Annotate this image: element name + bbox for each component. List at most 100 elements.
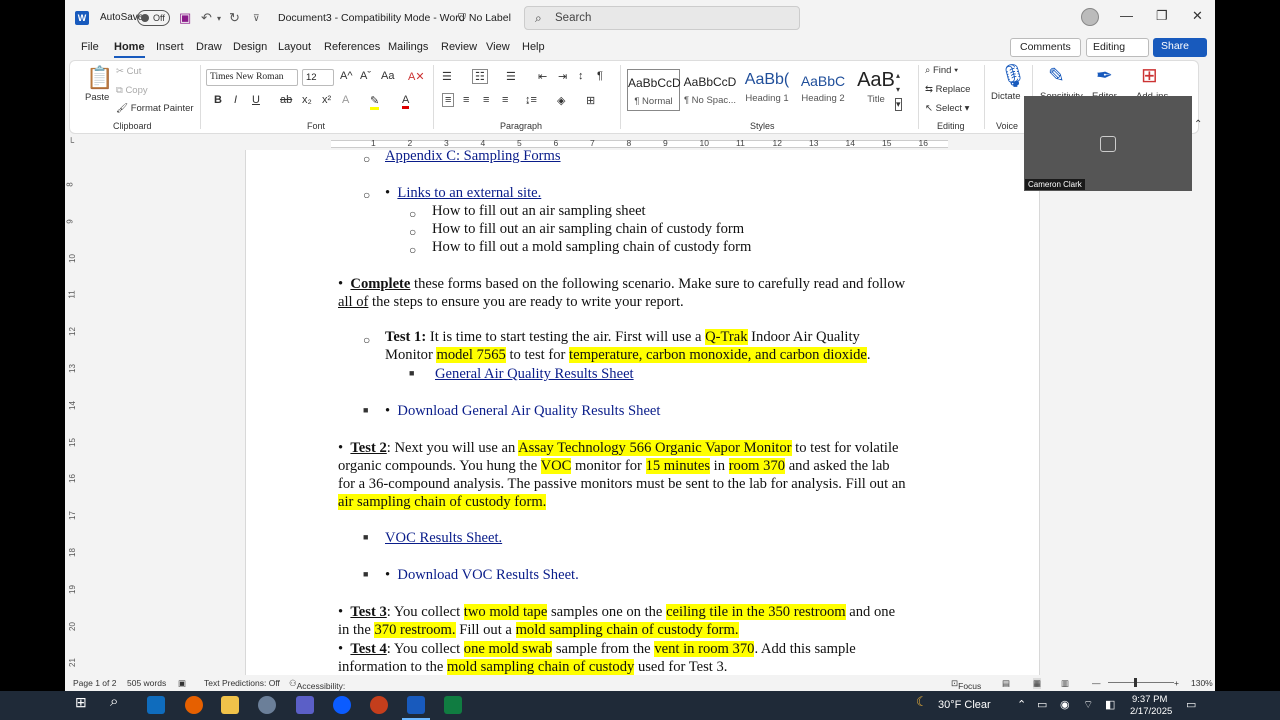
weather-icon[interactable]: ☾: [916, 694, 928, 710]
underline-icon[interactable]: U: [252, 94, 260, 106]
text-effects-icon[interactable]: A: [342, 94, 349, 106]
tab-help[interactable]: Help: [522, 41, 545, 53]
tray-chevron-icon[interactable]: ⌃: [1017, 698, 1026, 711]
tab-selector-icon[interactable]: └: [68, 137, 74, 147]
tab-layout[interactable]: Layout: [278, 41, 311, 53]
font-name-select[interactable]: Times New Roman: [206, 69, 298, 86]
superscript-icon[interactable]: x²: [322, 94, 331, 106]
close-icon[interactable]: ✕: [1192, 8, 1203, 24]
microphone-icon[interactable]: 🎙: [999, 63, 1027, 89]
cut-button[interactable]: ✂ Cut: [116, 66, 141, 77]
link-text[interactable]: General Air Quality Results Sheet: [435, 366, 634, 382]
find-button[interactable]: ⌕ Find ▾: [925, 65, 958, 76]
borders-icon[interactable]: ⊞: [586, 94, 595, 107]
outlook-icon[interactable]: [147, 696, 165, 714]
powerpoint-icon[interactable]: [370, 696, 388, 714]
tab-view[interactable]: View: [486, 41, 510, 53]
dictate-button[interactable]: Dictate: [991, 91, 1021, 102]
italic-icon[interactable]: I: [234, 94, 237, 106]
proofing-icon[interactable]: ▣: [178, 678, 186, 689]
replace-button[interactable]: ⇆ Replace: [925, 84, 970, 95]
paste-icon[interactable]: 📋: [86, 65, 113, 91]
editing-mode-button[interactable]: Editing: [1086, 38, 1149, 57]
style-normal[interactable]: AaBbCcD ¶ Normal: [627, 69, 681, 111]
tab-review[interactable]: Review: [441, 41, 477, 53]
multilevel-list-icon[interactable]: ☰: [506, 70, 516, 83]
bold-icon[interactable]: B: [214, 94, 222, 106]
wifi-icon[interactable]: ⌔: [1083, 698, 1093, 712]
highlight-color-icon[interactable]: ✎: [370, 94, 380, 110]
app-icon[interactable]: [258, 696, 276, 714]
zoom-app-icon[interactable]: [333, 696, 351, 714]
web-layout-icon[interactable]: ▥: [1061, 678, 1069, 689]
user-avatar[interactable]: [1081, 8, 1099, 26]
zoom-slider[interactable]: [1108, 682, 1174, 683]
tray-app-icon[interactable]: ▭: [1037, 698, 1047, 711]
text-predictions[interactable]: Text Predictions: Off: [204, 678, 280, 688]
undo-icon[interactable]: ↶: [201, 10, 212, 26]
justify-icon[interactable]: ≡: [502, 94, 508, 106]
increase-indent-icon[interactable]: ⇥: [558, 70, 567, 83]
comments-button[interactable]: Comments: [1010, 38, 1081, 57]
firefox-icon[interactable]: [185, 696, 203, 714]
search-box[interactable]: ⌕ Search: [524, 6, 800, 30]
shading-icon[interactable]: ◈: [557, 94, 565, 107]
change-case-icon[interactable]: Aa: [381, 70, 394, 82]
start-icon[interactable]: ⊞: [75, 694, 87, 711]
bullets-icon[interactable]: ☰: [442, 70, 452, 83]
tab-references[interactable]: References: [324, 41, 380, 53]
grow-font-icon[interactable]: A^: [340, 70, 353, 82]
maximize-icon[interactable]: ❐: [1156, 8, 1168, 24]
zoom-slider-thumb[interactable]: [1134, 678, 1137, 687]
subscript-icon[interactable]: x₂: [302, 94, 312, 106]
search-icon[interactable]: ⌕: [110, 693, 118, 710]
show-marks-icon[interactable]: ¶: [597, 70, 603, 82]
zoom-level[interactable]: 130%: [1191, 678, 1213, 688]
sensitivity-label[interactable]: ⛉ No Label: [458, 12, 511, 25]
sort-icon[interactable]: ↕: [578, 70, 584, 82]
style-no-spacing[interactable]: AaBbCcD ¶ No Spac...: [682, 69, 738, 111]
tab-mailings[interactable]: Mailings: [388, 41, 428, 53]
autosave-toggle[interactable]: Off: [137, 10, 170, 26]
decrease-indent-icon[interactable]: ⇤: [538, 70, 547, 83]
link-text[interactable]: Links to an external site.: [397, 185, 541, 201]
video-call-tile[interactable]: Cameron Clark: [1024, 96, 1192, 191]
customize-toolbar-icon[interactable]: ⊽: [253, 13, 260, 24]
read-mode-icon[interactable]: ▤: [1002, 678, 1010, 689]
download-voc-results[interactable]: • Download VOC Results Sheet.: [385, 567, 579, 584]
zoom-in-icon[interactable]: +: [1174, 678, 1179, 688]
weather-text[interactable]: 30°F Clear: [938, 699, 991, 711]
link-general-air-quality[interactable]: General Air Quality Results Sheet: [435, 366, 634, 383]
font-color-icon[interactable]: A: [402, 94, 410, 109]
link-text[interactable]: Download General Air Quality Results She…: [397, 403, 660, 419]
download-general-air-quality[interactable]: • Download General Air Quality Results S…: [385, 403, 660, 420]
teams-icon[interactable]: [296, 696, 314, 714]
external-link-line[interactable]: • Links to an external site.: [385, 185, 541, 202]
word-count[interactable]: 505 words: [127, 678, 166, 688]
print-layout-icon[interactable]: ▦: [1033, 678, 1042, 689]
editor-icon[interactable]: ✒: [1096, 63, 1113, 88]
styles-more-icon[interactable]: ▾: [895, 98, 902, 111]
link-text[interactable]: Appendix C: Sampling Forms: [385, 150, 561, 164]
link-voc-results[interactable]: VOC Results Sheet.: [385, 530, 502, 547]
paste-button[interactable]: Paste: [85, 92, 109, 103]
minimize-icon[interactable]: —: [1120, 8, 1133, 23]
style-heading-1[interactable]: AaBb(Heading 1: [740, 69, 794, 111]
share-button[interactable]: Share: [1153, 38, 1207, 57]
styles-scroll-down-icon[interactable]: ▾: [896, 85, 900, 94]
notifications-icon[interactable]: ▭: [1186, 698, 1196, 711]
clock-date[interactable]: 2/17/2025: [1130, 706, 1172, 717]
styles-scroll-up-icon[interactable]: ▴: [896, 71, 900, 80]
align-left-icon[interactable]: ≡: [442, 93, 455, 107]
link-text[interactable]: Download VOC Results Sheet.: [397, 567, 578, 583]
excel-icon[interactable]: [444, 696, 462, 714]
style-title[interactable]: AaB Title: [851, 69, 901, 111]
link-appendix-c[interactable]: Appendix C: Sampling Forms: [385, 150, 561, 165]
align-right-icon[interactable]: ≡: [483, 94, 489, 106]
save-icon[interactable]: ▣: [179, 10, 191, 26]
ruler-page-area[interactable]: 1 2 3 4 5 6 7 8 9 10 11 12 13 14 15 16: [331, 138, 948, 148]
strikethrough-icon[interactable]: ab: [280, 94, 292, 106]
focus-button[interactable]: ⊡ Focus: [951, 678, 981, 691]
zoom-out-icon[interactable]: —: [1092, 678, 1101, 688]
undo-dropdown-icon[interactable]: ▾: [217, 14, 221, 23]
